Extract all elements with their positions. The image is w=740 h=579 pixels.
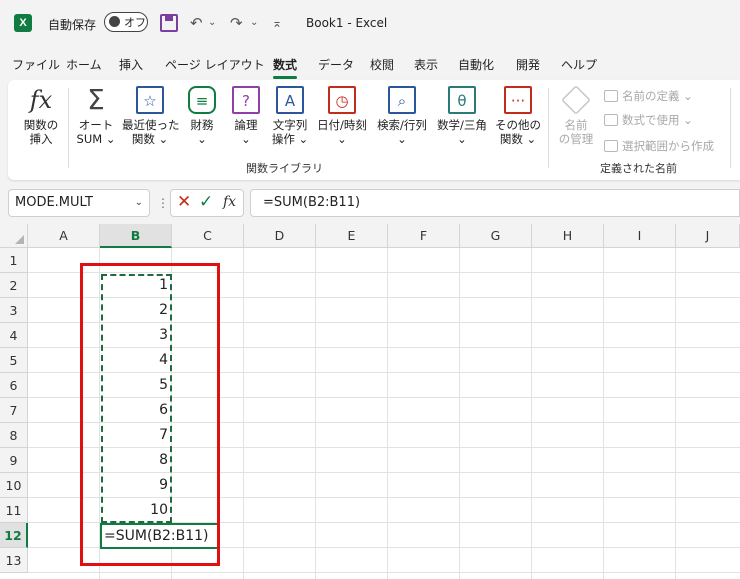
row-header[interactable]: 6 — [0, 373, 28, 398]
text-a-icon: A — [276, 86, 304, 114]
group-label-defined-names: 定義された名前 — [600, 162, 677, 175]
document-title: Book1 - Excel — [306, 16, 388, 30]
customize-qat-icon[interactable]: ⌅ — [272, 12, 282, 34]
tab-review[interactable]: 校閲 — [370, 56, 394, 73]
name-box[interactable]: MODE.MULT ⌄ — [8, 189, 150, 217]
formula-input[interactable]: =SUM(B2:B11) — [250, 189, 740, 217]
ribbon-tabs: ファイル ホーム 挿入 ページ レイアウト 数式 データ 校閲 表示 自動化 開… — [0, 52, 740, 79]
chevron-down-icon[interactable]: ⌄ — [135, 190, 143, 216]
tab-data[interactable]: データ — [318, 56, 354, 73]
formula-controls: ✕ ✓ fx — [170, 189, 244, 217]
row-header[interactable]: 13 — [0, 548, 28, 573]
question-icon: ? — [232, 86, 260, 114]
group-label-function-library: 関数ライブラリ — [246, 162, 323, 175]
more-options-icon[interactable]: ⋮ — [157, 196, 169, 210]
insert-function-icon[interactable]: fx — [223, 194, 236, 210]
row-header[interactable]: 8 — [0, 423, 28, 448]
column-header[interactable]: H — [532, 224, 604, 248]
highlight-annotation-box — [80, 263, 220, 566]
row-header[interactable]: 4 — [0, 323, 28, 348]
select-all-button[interactable] — [0, 224, 28, 248]
undo-icon[interactable]: ↶ — [190, 12, 203, 34]
column-header[interactable]: A — [28, 224, 100, 248]
ribbon-separator — [730, 88, 731, 168]
ribbon-separator — [68, 88, 69, 168]
column-header[interactable]: C — [172, 224, 244, 248]
name-manager-button[interactable]: 名前 の管理 — [554, 85, 598, 146]
insert-function-button[interactable]: fx 関数の 挿入 — [20, 86, 62, 146]
cancel-icon[interactable]: ✕ — [177, 192, 191, 212]
column-header[interactable]: I — [604, 224, 676, 248]
tag-icon — [561, 85, 591, 115]
undo-dropdown-icon[interactable]: ⌄ — [208, 12, 216, 34]
magnifier-icon: ⌕ — [388, 86, 416, 114]
tab-help[interactable]: ヘルプ — [561, 56, 597, 73]
excel-logo-icon: X — [14, 14, 32, 32]
define-name-button[interactable]: 名前の定義 ⌄ — [604, 88, 693, 104]
recent-functions-button[interactable]: ☆ 最近使った 関数 ⌄ — [122, 86, 180, 146]
tab-developer[interactable]: 開発 — [516, 56, 540, 73]
datetime-button[interactable]: ◷ 日付/時刻 ⌄ — [314, 86, 370, 146]
worksheet-grid[interactable]: A B C D E F G H I J 1 2 3 4 5 6 7 8 9 10… — [0, 224, 740, 579]
tab-insert[interactable]: 挿入 — [119, 56, 143, 73]
redo-icon[interactable]: ↷ — [230, 12, 243, 34]
text-functions-button[interactable]: A 文字列 操作 ⌄ — [270, 86, 310, 146]
math-trig-button[interactable]: θ 数学/三角 ⌄ — [434, 86, 490, 146]
tab-file[interactable]: ファイル — [12, 56, 60, 73]
column-header[interactable]: E — [316, 224, 388, 248]
row-header[interactable]: 9 — [0, 448, 28, 473]
toggle-label: オフ — [124, 16, 146, 29]
star-icon: ☆ — [136, 86, 164, 114]
toggle-knob — [109, 16, 120, 27]
sigma-icon: Σ — [87, 83, 105, 116]
more-functions-button[interactable]: ··· その他の 関数 ⌄ — [494, 86, 542, 146]
redo-dropdown-icon[interactable]: ⌄ — [250, 12, 258, 34]
ribbon-separator — [548, 88, 549, 168]
fx-icon: fx — [29, 86, 53, 114]
create-from-selection-button[interactable]: 選択範囲から作成 — [604, 138, 714, 154]
clock-icon: ◷ — [328, 86, 356, 114]
autosum-button[interactable]: Σ オート SUM ⌄ — [74, 83, 118, 147]
more-dots-icon: ··· — [504, 86, 532, 114]
row-header[interactable]: 7 — [0, 398, 28, 423]
autosave-label: 自動保存 — [48, 18, 97, 32]
grid-line — [28, 572, 740, 573]
row-header[interactable]: 12 — [0, 523, 28, 548]
column-header[interactable]: B — [100, 224, 172, 248]
use-in-formula-button[interactable]: 数式で使用 ⌄ — [604, 112, 693, 128]
financial-button[interactable]: ≡ 財務 ⌄ — [184, 86, 220, 146]
row-header[interactable]: 5 — [0, 348, 28, 373]
ribbon: fx 関数の 挿入 Σ オート SUM ⌄ ☆ 最近使った 関数 ⌄ ≡ 財務 … — [8, 80, 740, 180]
tab-home[interactable]: ホーム — [66, 56, 102, 73]
tag-icon — [604, 90, 618, 102]
row-header[interactable]: 10 — [0, 473, 28, 498]
tab-view[interactable]: 表示 — [414, 56, 438, 73]
coins-icon: ≡ — [188, 86, 216, 114]
column-header[interactable]: G — [460, 224, 532, 248]
row-header[interactable]: 2 — [0, 273, 28, 298]
column-header[interactable]: F — [388, 224, 460, 248]
column-header[interactable]: D — [244, 224, 316, 248]
row-header[interactable]: 1 — [0, 248, 28, 273]
lookup-reference-button[interactable]: ⌕ 検索/行列 ⌄ — [374, 86, 430, 146]
row-header[interactable]: 11 — [0, 498, 28, 523]
enter-icon[interactable]: ✓ — [199, 192, 213, 212]
tab-page-layout[interactable]: ページ レイアウト — [165, 56, 265, 73]
logical-button[interactable]: ? 論理 ⌄ — [228, 86, 264, 146]
formula-bar: MODE.MULT ⌄ ⋮ ✕ ✓ fx =SUM(B2:B11) — [0, 186, 740, 220]
theta-icon: θ — [448, 86, 476, 114]
tab-automate[interactable]: 自動化 — [458, 56, 494, 73]
row-header[interactable]: 3 — [0, 298, 28, 323]
autosave-toggle[interactable]: オフ — [104, 12, 148, 32]
tab-formulas[interactable]: 数式 — [273, 56, 298, 79]
grid-select-icon — [604, 140, 618, 152]
save-icon[interactable] — [160, 14, 178, 32]
column-header[interactable]: J — [676, 224, 740, 248]
title-bar: X 自動保存 オフ ↶ ⌄ ↷ ⌄ ⌅ Book1 - Excel — [0, 0, 740, 48]
formula-tag-icon — [604, 114, 618, 126]
